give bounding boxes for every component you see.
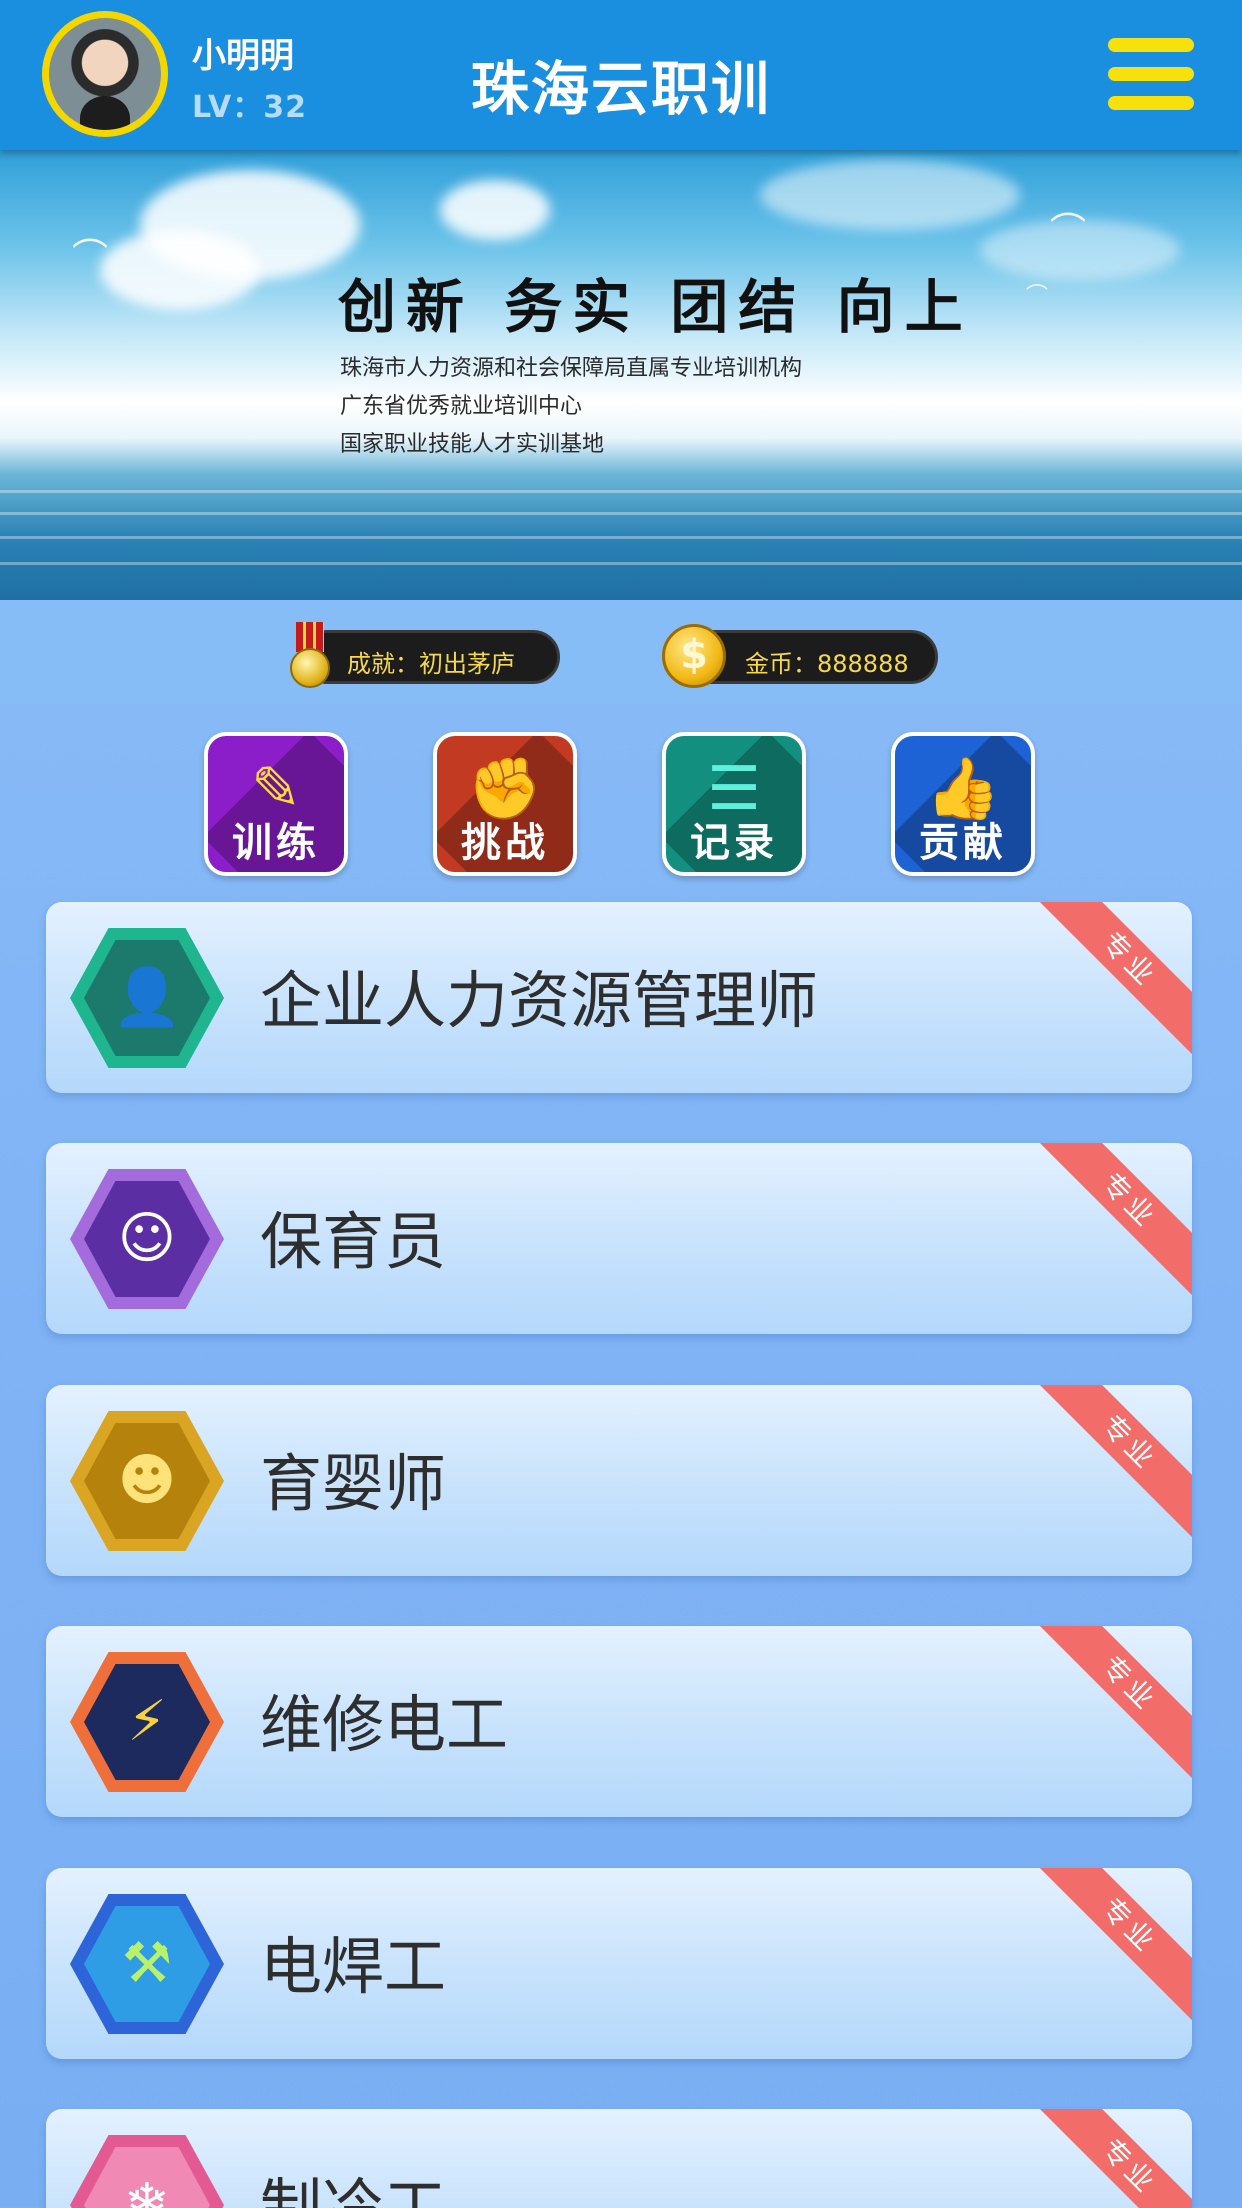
professional-tag: 专业 xyxy=(1025,1385,1192,1547)
contribute-label: 贡献 xyxy=(919,820,1007,866)
seagull-icon: ⌒ xyxy=(72,237,109,278)
app-header: 小明明 LV：32 珠海云职训 xyxy=(0,0,1242,150)
course-title: 企业人力资源管理师 xyxy=(260,964,819,1037)
manager-icon: 👤 xyxy=(70,928,224,1068)
course-title: 电焊工 xyxy=(260,1930,447,2003)
course-title: 维修电工 xyxy=(260,1688,509,1761)
snowflake-icon: ❄ xyxy=(70,2135,224,2208)
banner-line: 广东省优秀就业培训中心 xyxy=(340,394,583,419)
contribute-button[interactable]: 👍 贡献 xyxy=(891,732,1035,876)
professional-tag: 专业 xyxy=(1025,1868,1192,2030)
hero-banner: ⌒ ⌒ ⌒ 创新 务实 团结 向上 珠海市人力资源和社会保障局直属专业培训机构 … xyxy=(0,150,1242,600)
challenge-button[interactable]: ✊ 挑战 xyxy=(433,732,577,876)
welder-icon: ⚒ xyxy=(70,1894,224,2034)
course-card[interactable]: ❄ 制冷工 专业 xyxy=(46,2109,1192,2208)
records-label: 记录 xyxy=(690,820,778,866)
course-title: 育婴师 xyxy=(260,1447,447,1520)
course-card[interactable]: ☻ 育婴师 专业 xyxy=(46,1385,1192,1576)
seagull-icon: ⌒ xyxy=(1050,211,1087,252)
course-card[interactable]: ⚒ 电焊工 专业 xyxy=(46,1868,1192,2059)
banner-line: 国家职业技能人才实训基地 xyxy=(340,432,605,457)
achievement-pill[interactable]: 成就：初出茅庐 xyxy=(300,630,560,684)
challenge-label: 挑战 xyxy=(461,820,549,866)
train-button[interactable]: ✎ 训练 xyxy=(204,732,348,876)
electrician-icon: ⚡ xyxy=(70,1652,224,1792)
professional-tag: 专业 xyxy=(1025,1626,1192,1788)
course-card[interactable]: ☺ 保育员 专业 xyxy=(46,1143,1192,1334)
medal-icon xyxy=(288,622,332,692)
baby-icon: ☺ xyxy=(70,1169,224,1309)
page-title: 珠海云职训 xyxy=(470,55,771,123)
train-label: 训练 xyxy=(232,820,320,866)
professional-tag: 专业 xyxy=(1025,1143,1192,1305)
achievement-text: 成就：初出茅庐 xyxy=(347,650,515,678)
records-button[interactable]: ☰ 记录 xyxy=(662,732,806,876)
hamburger-menu-icon[interactable] xyxy=(1108,38,1194,110)
coins-text: 金币：888888 xyxy=(745,650,909,678)
seagull-icon: ⌒ xyxy=(1026,284,1049,309)
course-title: 制冷工 xyxy=(260,2171,447,2208)
banner-slogan: 创新 务实 团结 向上 xyxy=(338,273,973,341)
stats-bar: 成就：初出茅庐 金币：888888 $ xyxy=(0,600,1242,704)
course-title: 保育员 xyxy=(260,1205,447,1278)
professional-tag: 专业 xyxy=(1025,2109,1192,2208)
professional-tag: 专业 xyxy=(1025,902,1192,1064)
course-card[interactable]: ⚡ 维修电工 专业 xyxy=(46,1626,1192,1817)
course-card[interactable]: 👤 企业人力资源管理师 专业 xyxy=(46,902,1192,1093)
banner-line: 珠海市人力资源和社会保障局直属专业培训机构 xyxy=(340,356,803,381)
infant-face-icon: ☻ xyxy=(70,1411,224,1551)
coin-icon: $ xyxy=(662,624,726,688)
